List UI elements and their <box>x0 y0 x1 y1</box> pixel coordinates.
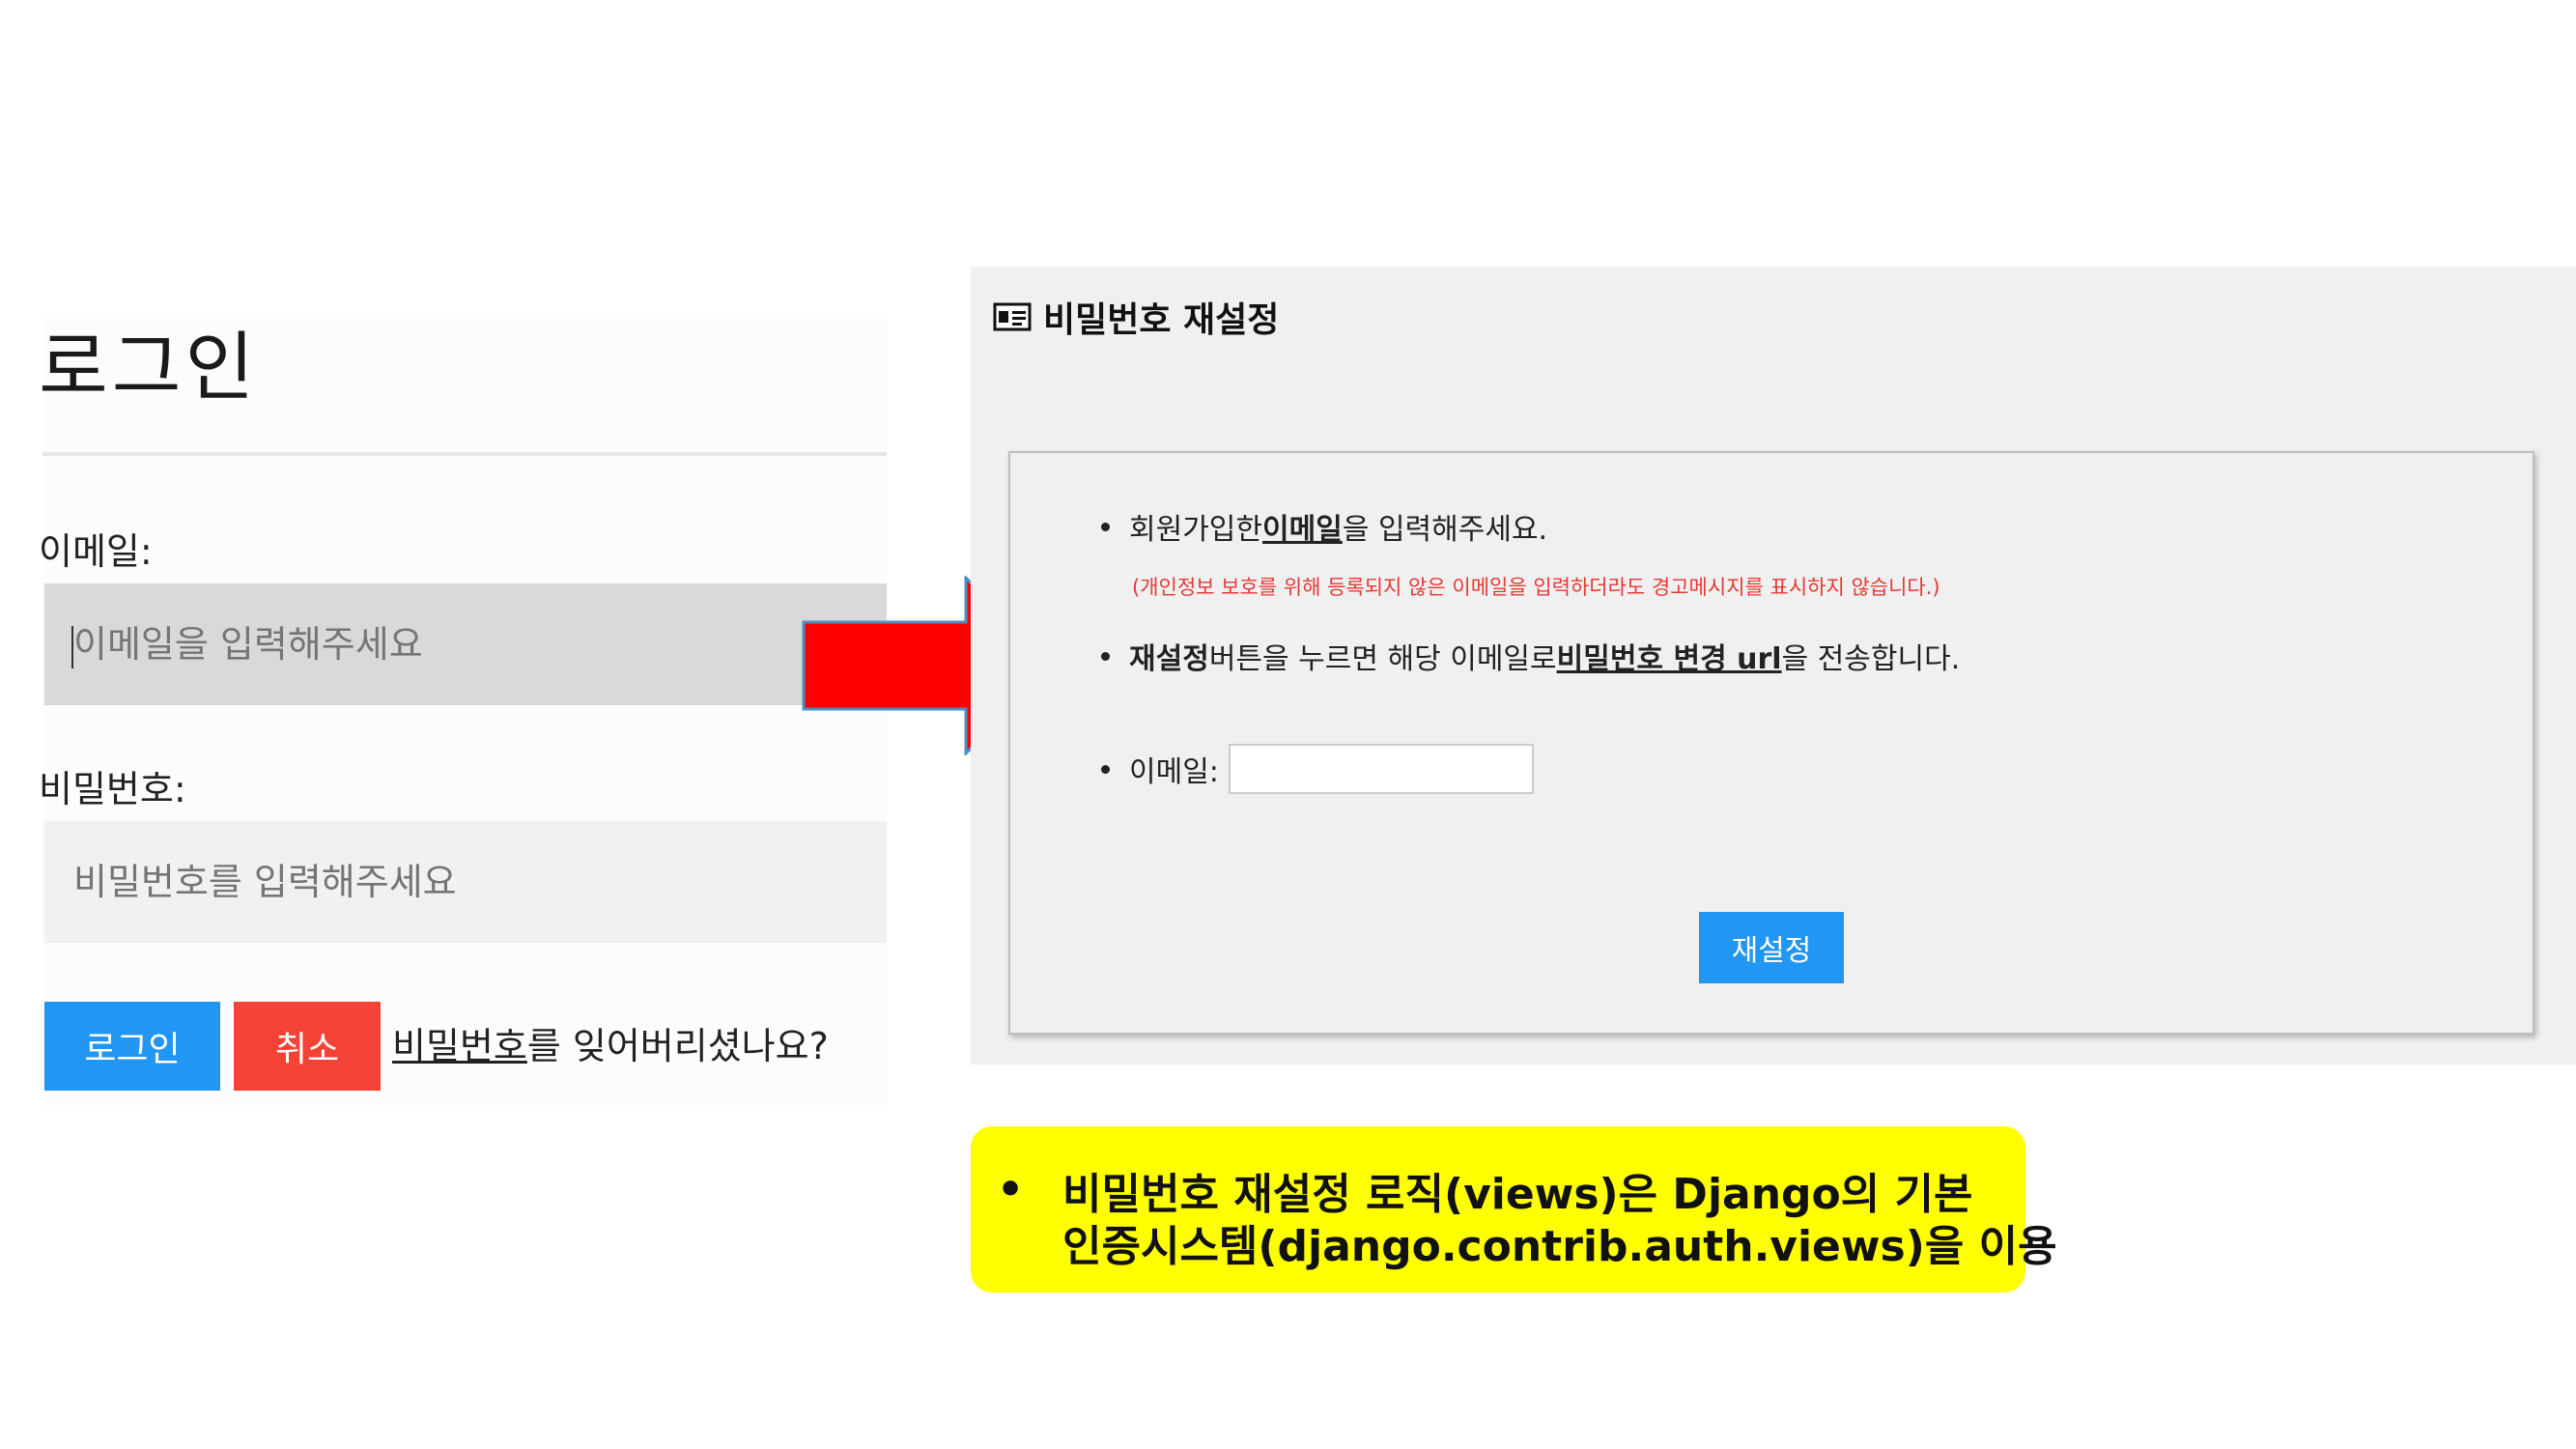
instruction-text: 을 전송합니다. <box>1781 642 1961 676</box>
forgot-password: 비밀번호를 잊어버리셨나요? <box>392 1016 829 1069</box>
instruction-url-emphasis: 비밀번호 변경 url <box>1556 642 1782 676</box>
login-button[interactable]: 로그인 <box>44 1002 220 1091</box>
reset-email-input[interactable] <box>1228 744 1534 794</box>
instruction-item-1: 회원가입한 이메일 을 입력해주세요. <box>1101 505 1547 548</box>
reset-email-label: 이메일: <box>1129 755 1219 789</box>
privacy-warning: (개인정보 보호를 위해 등록되지 않은 이메일을 입력하더라도 경고메시지를 … <box>1132 576 1940 599</box>
reset-button[interactable]: 재설정 <box>1699 912 1844 983</box>
forgot-password-link[interactable]: 비밀번호 <box>392 1025 527 1067</box>
text-caret <box>71 626 73 668</box>
email-row: 이메일: <box>1101 744 1534 794</box>
password-label: 비밀번호: <box>39 768 186 810</box>
instruction-text: 회원가입한 <box>1129 513 1262 547</box>
reset-header: 비밀번호 재설정 <box>993 292 1279 342</box>
note-bullet: • <box>997 1165 1025 1214</box>
divider <box>42 452 887 456</box>
forgot-password-suffix: 를 잊어버리셨나요? <box>526 1025 829 1067</box>
cancel-button[interactable]: 취소 <box>234 1002 381 1091</box>
instruction-text: 버튼을 누르면 해당 이메일로 <box>1208 642 1557 676</box>
reset-title: 비밀번호 재설정 <box>1043 300 1280 340</box>
instruction-reset-emphasis: 재설정 <box>1129 642 1209 676</box>
login-panel <box>42 319 887 1106</box>
instruction-email-emphasis: 이메일 <box>1262 513 1343 547</box>
bullet-dot <box>1101 651 1110 661</box>
password-input[interactable] <box>44 821 887 943</box>
id-card-icon <box>993 302 1032 331</box>
page-title: 로그인 <box>39 325 259 412</box>
email-input[interactable] <box>44 583 887 705</box>
bullet-dot <box>1101 764 1110 774</box>
bullet-dot <box>1101 522 1110 531</box>
email-label: 이메일: <box>39 530 153 573</box>
instruction-text: 을 입력해주세요. <box>1342 513 1548 547</box>
note-line-2: 인증시스템(django.contrib.auth.views)을 이용 <box>1062 1222 2057 1271</box>
instruction-item-2: 재설정 버튼을 누르면 해당 이메일로 비밀번호 변경 url 을 전송합니다. <box>1101 635 1960 677</box>
